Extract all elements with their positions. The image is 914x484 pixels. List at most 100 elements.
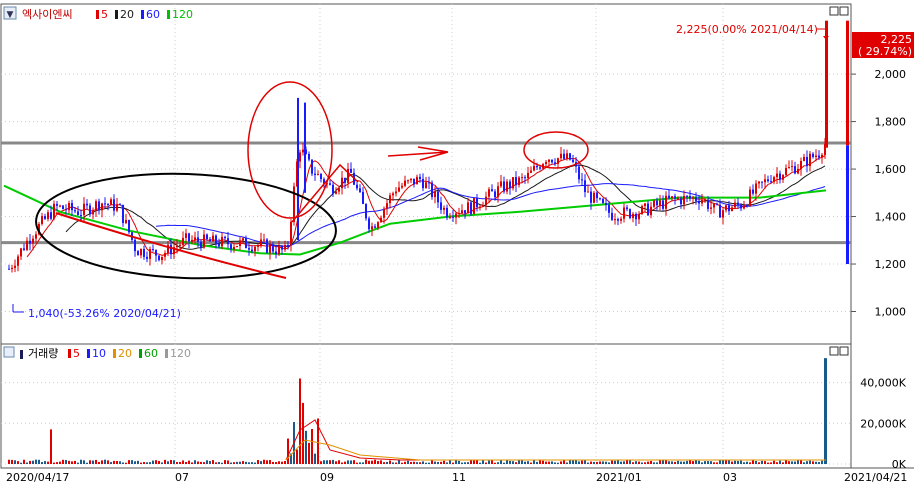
settings-icon-glyph: ▼ [7,10,14,20]
volume-bar [230,462,232,464]
volume-bar [440,461,442,464]
candle-body [86,203,88,206]
volume-bar [674,461,676,464]
vol-settings-icon[interactable] [3,346,15,358]
candle-body [428,182,430,184]
candle-body [434,191,436,198]
volume-bar [563,459,565,464]
volume-bar [254,462,256,464]
candle-body [437,191,439,203]
candle-body [440,202,442,210]
candle-body [524,177,526,179]
volume-bar [245,461,247,464]
volume-bar [305,430,307,464]
candle-body [368,218,370,230]
candle-body [515,177,517,185]
candle-body [158,255,160,261]
candle-body [407,180,409,182]
volume-bar [746,461,748,464]
restore-button[interactable] [829,6,839,16]
volume-bar [65,460,67,464]
price-tick-label: 1,000 [875,306,907,319]
volume-bar [560,461,562,464]
vol-close-button[interactable] [839,346,849,356]
volume-bar [803,462,805,464]
candle-body [110,199,112,205]
x-tick-label: 07 [175,471,189,484]
candle-body [596,192,598,199]
volume-bar [464,462,466,464]
volume-bar [179,461,181,464]
volume-bar [41,462,43,464]
volume-bar [74,460,76,464]
candle-body [569,153,571,160]
candle-body [803,156,805,161]
volume-bar [764,461,766,464]
volume-bar [581,460,583,464]
candle-body [371,226,373,230]
volume-bar [410,461,412,464]
volume-bar [527,461,529,464]
volume-bar [296,449,298,464]
volume-bar [80,459,82,464]
candle-body [74,210,76,212]
volume-bar [344,461,346,464]
volume-bar [584,459,586,464]
candle-body [218,243,220,247]
candle-body [176,246,178,248]
vol-restore-button[interactable] [829,346,839,356]
candle-body [161,256,163,261]
candle-body [431,182,433,198]
candle-body [191,239,193,242]
candle-body [275,251,277,254]
volume-bar [542,460,544,464]
volume-bar [56,462,58,464]
volume-bar [653,462,655,464]
candle-body [593,192,595,203]
volume-bar [668,461,670,464]
candle-body [557,158,559,164]
volume-bar [497,462,499,464]
candle-body [536,165,538,168]
candle-body [182,237,184,245]
volume-bar [167,461,169,464]
candle-body [47,212,49,219]
volume-bar [671,461,673,464]
candle-body [647,203,649,216]
volume-bar [821,460,823,464]
candle-body [164,253,166,257]
candle-body [392,193,394,196]
volume-bar [548,461,550,464]
candle-body [584,180,586,193]
volume-bar [557,462,559,464]
volume-bar [131,460,133,464]
candle-body [59,205,61,207]
volume-bar [170,459,172,464]
close-button[interactable] [839,6,849,16]
volume-bar [494,462,496,464]
volume-bar [173,460,175,464]
volume-bar [44,461,46,464]
volume-bar [104,459,106,464]
candle-body [53,203,55,219]
candle-body [815,155,817,157]
volume-bar [788,461,790,464]
candle-body [65,209,67,211]
volume-bar [269,460,271,464]
volume-bar [347,460,349,464]
volume-bar [509,460,511,464]
candle-body [764,179,766,183]
candle-body [455,213,457,218]
volume-tick-label: 0K [892,458,907,471]
volume-bar [227,460,229,464]
volume-bar [62,459,64,464]
volume-bar [800,460,802,464]
candle-body [572,159,574,163]
volume-bar [401,462,403,464]
candle-body [452,216,454,218]
price-tick-label: 1,800 [875,116,907,129]
candle-body [239,240,241,247]
x-tick-label: 11 [452,471,466,484]
candle-body [623,207,625,219]
candle-body [686,195,688,197]
